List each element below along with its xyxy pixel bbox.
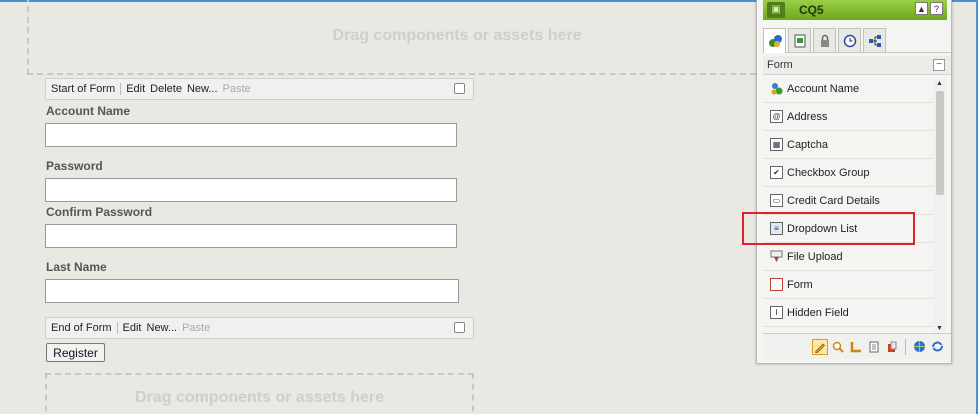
component-address[interactable]: @ Address <box>763 103 941 131</box>
register-button[interactable]: Register <box>46 343 105 362</box>
last-name-label: Last Name <box>46 260 107 274</box>
password-input[interactable] <box>45 178 457 202</box>
end-of-form-title: End of Form <box>51 322 118 334</box>
component-credit-card-details[interactable]: ▭ Credit Card Details <box>763 187 941 215</box>
form-icon <box>770 278 783 291</box>
stack-icon[interactable] <box>884 339 900 355</box>
start-select-checkbox[interactable] <box>454 83 465 94</box>
component-form[interactable]: Form <box>763 271 941 299</box>
component-hidden-field[interactable]: I Hidden Field <box>763 299 941 327</box>
confirm-password-input[interactable] <box>45 224 457 248</box>
globe-icon[interactable] <box>911 339 927 355</box>
drop-zone-bottom[interactable]: Drag components or assets here <box>45 373 474 414</box>
component-label: File Upload <box>787 250 843 263</box>
clock-icon[interactable] <box>838 28 861 52</box>
highlight-box <box>742 212 915 245</box>
end-new-button[interactable]: New... <box>147 322 178 334</box>
component-label: Hidden Field <box>787 306 849 319</box>
user-icon <box>770 82 783 95</box>
component-label: Credit Card Details <box>787 194 880 207</box>
form-group-label: Form <box>767 59 793 71</box>
collapse-group-icon[interactable]: − <box>933 59 945 71</box>
upload-icon <box>770 250 783 263</box>
component-label: Account Name <box>787 82 860 95</box>
component-account-name[interactable]: Account Name <box>763 75 941 103</box>
component-list-scrollbar[interactable]: ▲ ▼ <box>934 79 946 333</box>
help-icon[interactable]: ? <box>930 2 943 15</box>
component-label: Address <box>787 110 828 123</box>
ruler-icon[interactable] <box>848 339 864 355</box>
confirm-password-label: Confirm Password <box>46 205 153 219</box>
captcha-icon: ▦ <box>770 138 783 151</box>
lock-icon[interactable] <box>813 28 836 52</box>
last-name-input[interactable] <box>45 279 459 303</box>
collapse-up-icon[interactable]: ▲ <box>915 2 928 15</box>
at-icon: @ <box>770 110 783 123</box>
component-label: Captcha <box>787 138 828 151</box>
account-name-input[interactable] <box>45 123 457 147</box>
cq5-logo-icon: ▣ <box>767 1 785 18</box>
card-icon: ▭ <box>770 194 783 207</box>
account-name-label: Account Name <box>46 104 131 118</box>
start-new-button[interactable]: New... <box>187 83 218 95</box>
start-delete-button[interactable]: Delete <box>150 83 182 95</box>
component-label: Form <box>787 278 813 291</box>
end-paste-button: Paste <box>182 322 211 334</box>
end-select-checkbox[interactable] <box>454 322 465 333</box>
sidekick-tabs <box>763 28 951 53</box>
component-list: Account Name @ Address ▦ Captcha ✔ Check… <box>763 75 941 333</box>
scrollbar-thumb[interactable] <box>936 91 944 195</box>
password-label: Password <box>46 159 103 173</box>
drop-zone-bottom-label: Drag components or assets here <box>135 389 384 406</box>
sidekick-footer <box>763 333 951 359</box>
sidekick-panel: ▣ CQ5 ▲ ? Form − Account Name @ Address … <box>756 0 952 364</box>
scroll-down-icon[interactable]: ▼ <box>936 325 943 332</box>
workflow-icon[interactable] <box>863 28 886 52</box>
magnifier-icon[interactable] <box>830 339 846 355</box>
component-checkbox-group[interactable]: ✔ Checkbox Group <box>763 159 941 187</box>
document-icon[interactable] <box>866 339 882 355</box>
pencil-icon[interactable] <box>812 338 828 355</box>
refresh-icon[interactable] <box>929 339 945 355</box>
start-paste-button: Paste <box>222 83 251 95</box>
scroll-up-icon[interactable]: ▲ <box>936 80 943 87</box>
sidekick-title: CQ5 <box>799 2 824 17</box>
footer-separator <box>905 338 906 355</box>
hidden-field-icon: I <box>770 306 783 319</box>
start-edit-button[interactable]: Edit <box>126 83 145 95</box>
component-file-upload[interactable]: File Upload <box>763 243 941 271</box>
components-icon[interactable] <box>763 28 786 53</box>
sidekick-header[interactable]: ▣ CQ5 ▲ ? <box>763 0 947 20</box>
start-of-form-bar: Start of Form Edit Delete New... Paste <box>45 78 474 100</box>
page-icon[interactable] <box>788 28 811 52</box>
end-edit-button[interactable]: Edit <box>123 322 142 334</box>
start-of-form-title: Start of Form <box>51 83 122 95</box>
component-captcha[interactable]: ▦ Captcha <box>763 131 941 159</box>
drop-zone-top-label: Drag components or assets here <box>332 26 582 44</box>
component-label: Checkbox Group <box>787 166 870 179</box>
form-group-header[interactable]: Form − <box>763 56 951 75</box>
checkbox-icon: ✔ <box>770 166 783 179</box>
end-of-form-bar: End of Form Edit New... Paste <box>45 317 474 339</box>
